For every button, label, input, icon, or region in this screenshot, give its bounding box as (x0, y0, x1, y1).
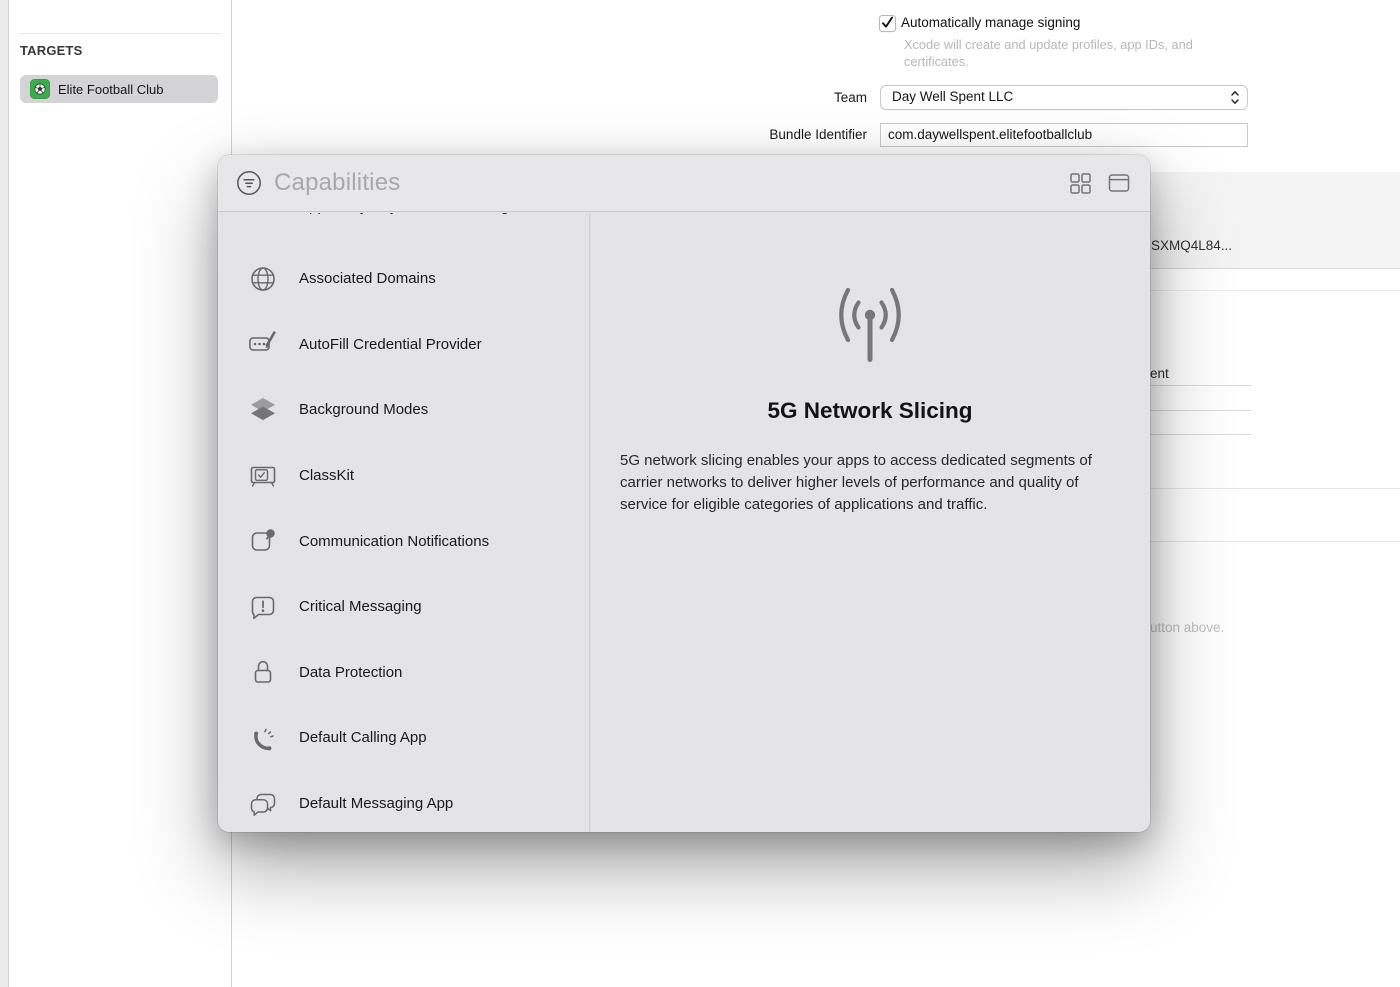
auto-manage-signing-label[interactable]: Automatically manage signing (901, 15, 1080, 30)
popup-stepper-icon (1230, 90, 1240, 105)
bundle-identifier-label: Bundle Identifier (660, 127, 867, 142)
team-selected-value: Day Well Spent LLC (892, 89, 1013, 104)
targets-section-label: TARGETS (20, 43, 83, 58)
bundle-identifier-field[interactable]: com.daywellspent.elitefootballclub (880, 123, 1248, 147)
globe-icon (248, 264, 278, 294)
list-item-data-protection[interactable]: Data Protection (218, 640, 589, 706)
field-underline-fragment (1150, 385, 1252, 386)
section-line-fragment (1150, 541, 1400, 542)
app-badge-icon (248, 526, 278, 556)
team-label: Team (740, 90, 867, 105)
capabilities-list: Apple Pay Payment Processing Associated … (218, 213, 590, 832)
autofill-icon (248, 329, 278, 359)
field-underline-fragment (1150, 434, 1252, 435)
list-item-background-modes[interactable]: Background Modes (218, 377, 589, 443)
team-popup-button[interactable]: Day Well Spent LLC (880, 85, 1248, 110)
capability-detail-panel: 5G Network Slicing 5G network slicing en… (590, 213, 1150, 832)
antenna-radiowaves-icon (827, 288, 913, 362)
capability-label: Critical Messaging (299, 598, 422, 615)
capability-label: Default Calling App (299, 729, 427, 746)
capability-label: Data Protection (299, 664, 402, 681)
window-view-icon-button[interactable] (1106, 170, 1132, 196)
bundle-identifier-value: com.daywellspent.elitefootballclub (888, 127, 1092, 142)
section-line-fragment (1150, 488, 1400, 489)
separator-fragment (1150, 290, 1400, 291)
list-item-default-calling-app[interactable]: Default Calling App (218, 705, 589, 771)
certificate-id-fragment: SXMQ4L84... (1151, 238, 1232, 253)
capabilities-filter-input[interactable]: Capabilities (274, 169, 1054, 197)
capability-label: Default Messaging App (299, 795, 453, 812)
list-item-critical-messaging[interactable]: Critical Messaging (218, 574, 589, 640)
phone-waves-icon (248, 723, 278, 753)
xcode-window: TARGETS Elite Football Club Automatical (0, 0, 1400, 987)
classkit-icon (248, 461, 278, 491)
chat-bubbles-icon (248, 789, 278, 819)
target-name: Elite Football Club (58, 82, 164, 97)
capability-detail-description: 5G network slicing enables your apps to … (620, 450, 1120, 515)
checkmark-icon (881, 16, 894, 30)
signing-note-line2: certificates. (904, 54, 969, 69)
list-item-communication-notifications[interactable]: Communication Notifications (218, 508, 589, 574)
grid-view-icon-button[interactable] (1067, 170, 1093, 196)
capability-label: AutoFill Credential Provider (299, 336, 482, 353)
capability-label: Associated Domains (299, 270, 436, 287)
capability-label: ClassKit (299, 467, 354, 484)
list-item-default-messaging-app[interactable]: Default Messaging App (218, 771, 589, 832)
capability-detail-title: 5G Network Slicing (620, 398, 1120, 424)
capabilities-popover: Capabilities (218, 155, 1150, 832)
list-item-associated-domains[interactable]: Associated Domains (218, 246, 589, 312)
project-navigator-sidebar: TARGETS Elite Football Club (9, 0, 231, 987)
capability-label: Background Modes (299, 401, 428, 418)
lock-icon (248, 657, 278, 687)
field-text-fragment: ent (1150, 366, 1169, 381)
layers-icon (248, 395, 278, 425)
list-item-clipped[interactable]: Apple Pay Payment Processing (218, 213, 589, 219)
apple-pay-icon (248, 213, 278, 216)
sidebar-item-target[interactable]: Elite Football Club (20, 75, 218, 103)
sidebar-divider (20, 33, 220, 34)
app-target-icon (30, 79, 50, 99)
signing-certificate-row-fragment (1150, 172, 1400, 269)
bubble-exclamation-icon (248, 592, 278, 622)
capabilities-filter-bar: Capabilities (218, 155, 1150, 212)
capability-label: Communication Notifications (299, 533, 489, 550)
capabilities-hint-fragment: utton above. (1150, 620, 1224, 635)
signing-note-line1: Xcode will create and update profiles, a… (904, 37, 1193, 52)
auto-manage-signing-checkbox[interactable] (879, 15, 896, 32)
filter-icon (236, 170, 262, 196)
capability-label: Apple Pay Payment Processing (299, 213, 509, 216)
field-underline-fragment (1150, 410, 1252, 411)
window-edge-strip (0, 0, 9, 987)
list-item-autofill-credential-provider[interactable]: AutoFill Credential Provider (218, 312, 589, 378)
capabilities-body: Apple Pay Payment Processing Associated … (218, 213, 1150, 832)
list-item-classkit[interactable]: ClassKit (218, 443, 589, 509)
